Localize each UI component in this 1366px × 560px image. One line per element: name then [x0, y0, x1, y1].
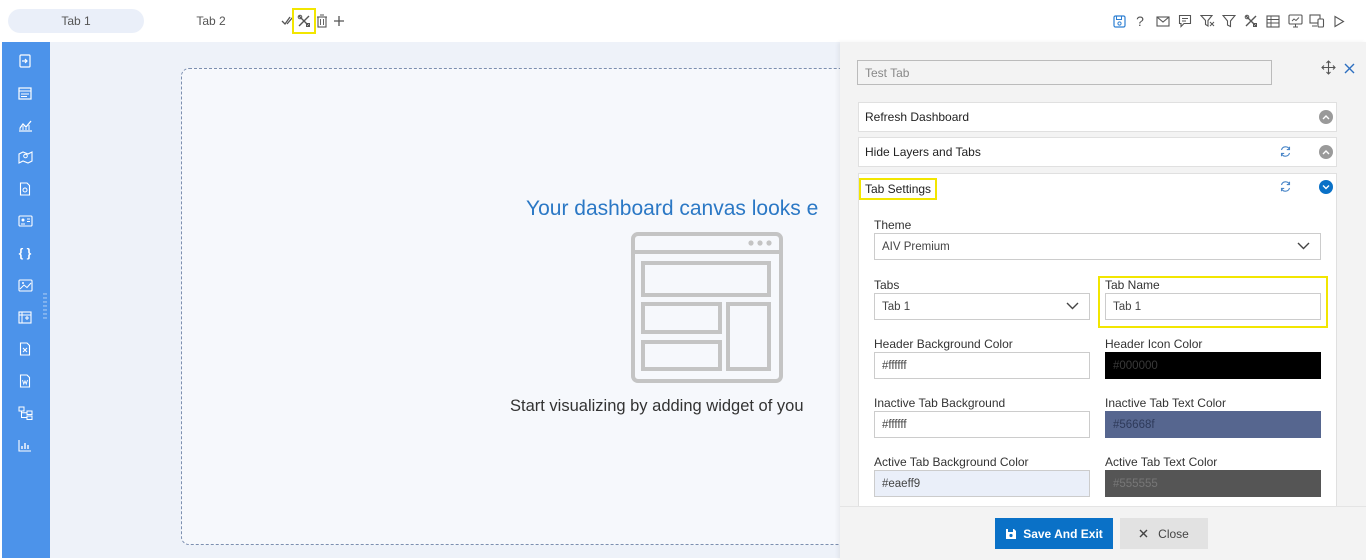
close-button[interactable]: Close — [1120, 518, 1208, 549]
chevron-up-icon[interactable] — [1319, 110, 1333, 124]
report-icon[interactable] — [16, 84, 34, 102]
active-text-label: Active Tab Text Color — [1105, 455, 1218, 469]
map-icon[interactable] — [16, 148, 34, 166]
move-icon[interactable] — [1321, 60, 1336, 75]
tabs-select[interactable]: Tab 1 — [874, 293, 1090, 320]
tab-label: Tab 2 — [196, 14, 226, 28]
document-icon[interactable] — [16, 180, 34, 198]
header-icon-label: Header Icon Color — [1105, 337, 1203, 351]
inactive-text-input[interactable]: #56668f — [1105, 411, 1321, 438]
tools-settings-icon[interactable] — [1242, 12, 1260, 30]
tab-name-input[interactable]: Tab 1 — [1105, 293, 1321, 320]
image-icon[interactable] — [16, 276, 34, 294]
comment-icon[interactable] — [1176, 12, 1194, 30]
theme-label: Theme — [874, 218, 912, 232]
section-hide-layers-tabs[interactable]: Hide Layers and Tabs — [858, 137, 1337, 167]
word-icon[interactable] — [16, 372, 34, 390]
panel-tab-name-input[interactable]: Test Tab — [857, 60, 1272, 85]
inactive-bg-input[interactable]: #ffffff — [874, 411, 1090, 438]
active-text-input[interactable]: #555555 — [1105, 470, 1321, 497]
pivot-icon[interactable] — [16, 308, 34, 326]
header-icon-input[interactable]: #000000 — [1105, 352, 1321, 379]
theme-value: AIV Premium — [882, 240, 950, 253]
tabs-value: Tab 1 — [882, 300, 911, 313]
tab-settings-title[interactable]: Tab Settings — [859, 178, 938, 200]
tools-icon[interactable] — [292, 8, 316, 34]
save-label: Save And Exit — [1023, 526, 1103, 541]
chevron-down-icon — [1066, 302, 1079, 310]
reset-icon[interactable] — [1279, 145, 1292, 158]
trash-icon[interactable] — [313, 12, 331, 30]
active-bg-input[interactable]: #eaeff9 — [874, 470, 1090, 497]
table-icon[interactable] — [1264, 12, 1282, 30]
inactive-text-label: Inactive Tab Text Color — [1105, 396, 1226, 410]
section-refresh-dashboard[interactable]: Refresh Dashboard — [858, 102, 1337, 132]
line-chart-icon[interactable] — [16, 116, 34, 134]
add-tab-icon[interactable] — [330, 12, 348, 30]
help-icon[interactable]: ? — [1131, 12, 1149, 30]
excel-icon[interactable] — [16, 340, 34, 358]
devices-icon[interactable] — [1308, 12, 1326, 30]
close-icon — [1139, 529, 1148, 538]
chevron-down-icon[interactable] — [1319, 180, 1333, 194]
empty-canvas-subtitle: Start visualizing by adding widget of yo… — [510, 397, 804, 415]
bar-chart-icon[interactable] — [16, 436, 34, 454]
save-and-exit-button[interactable]: Save And Exit — [995, 518, 1113, 549]
widget-sidebar: { } — [2, 42, 50, 558]
filter-icon[interactable] — [1220, 12, 1238, 30]
close-panel-icon[interactable] — [1344, 63, 1355, 74]
tabs-label: Tabs — [874, 278, 900, 292]
close-label: Close — [1158, 526, 1189, 541]
mail-icon[interactable] — [1154, 12, 1172, 30]
empty-dashboard-icon — [631, 232, 783, 383]
active-bg-label: Active Tab Background Color — [874, 455, 1029, 469]
import-icon[interactable] — [16, 52, 34, 70]
presentation-icon[interactable] — [1286, 12, 1304, 30]
tab-1[interactable]: Tab 1 — [8, 9, 144, 33]
top-toolbar: Tab 1 Tab 2 ? — [0, 0, 1366, 42]
theme-select[interactable]: AIV Premium — [874, 233, 1321, 260]
chevron-down-icon — [1297, 242, 1310, 250]
id-card-icon[interactable] — [16, 212, 34, 230]
section-title: Refresh Dashboard — [865, 110, 970, 124]
hierarchy-icon[interactable] — [16, 404, 34, 422]
section-title: Hide Layers and Tabs — [865, 145, 981, 159]
save-icon[interactable] — [1110, 12, 1128, 30]
tab-label: Tab 1 — [61, 14, 91, 28]
play-icon[interactable] — [1330, 12, 1348, 30]
sidebar-resize-handle[interactable] — [43, 292, 47, 320]
empty-canvas-title: Your dashboard canvas looks e — [526, 197, 819, 220]
clear-filter-icon[interactable] — [1198, 12, 1216, 30]
inactive-bg-label: Inactive Tab Background — [874, 396, 1006, 410]
tab-name-label: Tab Name — [1105, 278, 1160, 292]
floppy-icon — [1005, 528, 1017, 540]
header-bg-label: Header Background Color — [874, 337, 1013, 351]
tab-2[interactable]: Tab 2 — [150, 9, 272, 33]
chevron-up-icon[interactable] — [1319, 145, 1333, 159]
header-bg-input[interactable]: #ffffff — [874, 352, 1090, 379]
reset-icon[interactable] — [1279, 180, 1292, 193]
code-icon[interactable]: { } — [16, 244, 34, 262]
